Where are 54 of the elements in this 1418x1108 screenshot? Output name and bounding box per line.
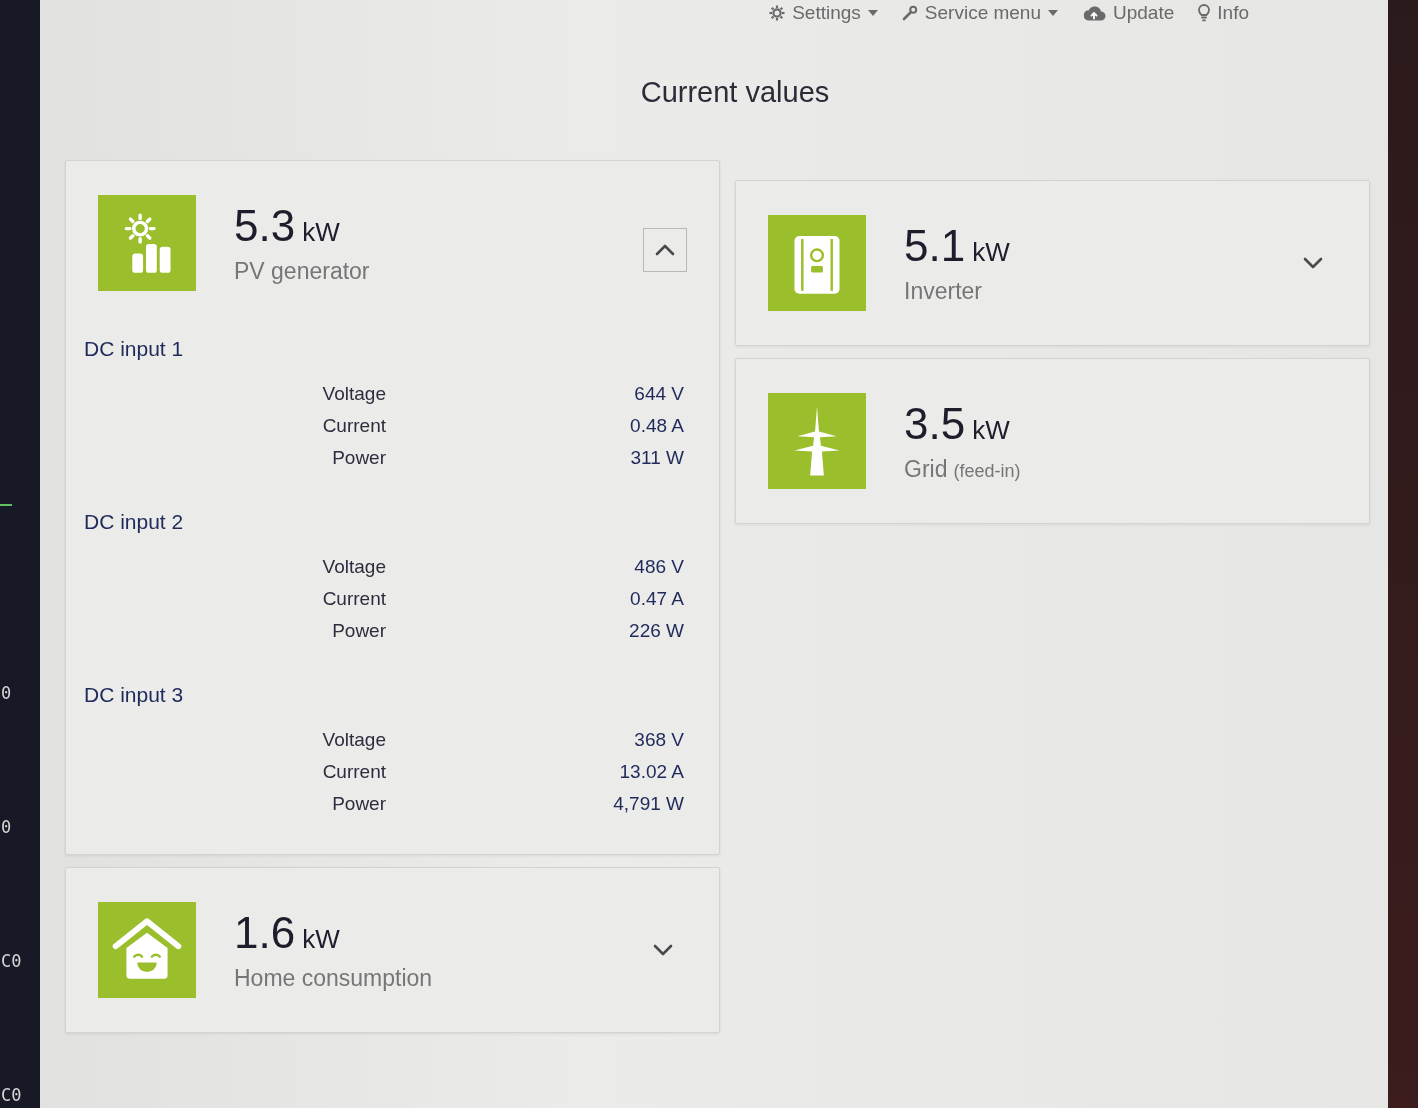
chevron-down-icon[interactable]: [1303, 257, 1323, 269]
menu-item[interactable]: Settings: [769, 2, 878, 24]
power-unit: kW: [302, 924, 340, 954]
measurement-value: 0.47 A: [630, 588, 684, 610]
measurement-value: 644 V: [634, 383, 684, 405]
card-label: Home consumption: [234, 964, 433, 992]
terminal-text: C0: [1, 951, 22, 971]
section-heading: DC input 3: [84, 682, 184, 708]
measurement-label: Voltage: [322, 556, 386, 578]
card-label: PV generator: [234, 257, 370, 285]
menu-item[interactable]: Update: [1082, 2, 1175, 24]
page-title: Current values: [640, 75, 830, 110]
card-label: Inverter: [904, 277, 982, 305]
lightbulb-icon: [1198, 4, 1211, 22]
measurement-label: Voltage: [322, 383, 386, 405]
card-label: Grid: [904, 455, 948, 483]
measurement-label: Power: [332, 620, 386, 642]
measurement-label: Power: [332, 793, 386, 815]
chevron-down-icon[interactable]: [653, 944, 673, 956]
cloud-upload-icon: [1082, 5, 1106, 21]
card-label-note: (feed-in): [953, 460, 1021, 482]
measurement-value: 311 W: [630, 447, 684, 469]
measurement-label: Power: [332, 447, 386, 469]
device-icon: [768, 215, 866, 311]
power-value: 1.6: [234, 908, 296, 958]
power-value: 3.5: [904, 399, 966, 449]
measurement-value: 226 W: [629, 620, 684, 642]
section-heading: DC input 2: [84, 509, 184, 535]
power-unit: kW: [972, 237, 1010, 267]
measurement-value: 368 V: [634, 729, 684, 751]
menu-item[interactable]: Service menu: [901, 2, 1058, 24]
terminal-text: C0: [1, 1085, 22, 1105]
measurement-value: 13.02 A: [619, 761, 684, 783]
measurement-label: Current: [322, 761, 386, 783]
power-value: 5.3: [234, 201, 296, 251]
gear-icon: [769, 5, 786, 21]
power-unit: kW: [302, 217, 340, 247]
wrench-icon: [901, 5, 918, 21]
terminal-text: 0: [1, 817, 12, 837]
measurement-value: 0.48 A: [630, 415, 684, 437]
terminal-text: 0: [1, 683, 12, 703]
sun-bar-chart-icon: [98, 195, 196, 291]
power-unit: kW: [972, 415, 1010, 445]
power-value: 5.1: [904, 221, 966, 271]
measurement-value: 4,791 W: [613, 793, 684, 815]
menu-item[interactable]: Info: [1198, 2, 1249, 24]
power-pylon-icon: [768, 393, 866, 489]
measurement-value: 486 V: [634, 556, 684, 578]
measurement-label: Current: [322, 415, 386, 437]
measurement-label: Current: [322, 588, 386, 610]
collapse-button[interactable]: [643, 228, 687, 272]
measurement-label: Voltage: [322, 729, 386, 751]
smiling-house-icon: [98, 902, 196, 998]
section-heading: DC input 1: [84, 336, 184, 362]
